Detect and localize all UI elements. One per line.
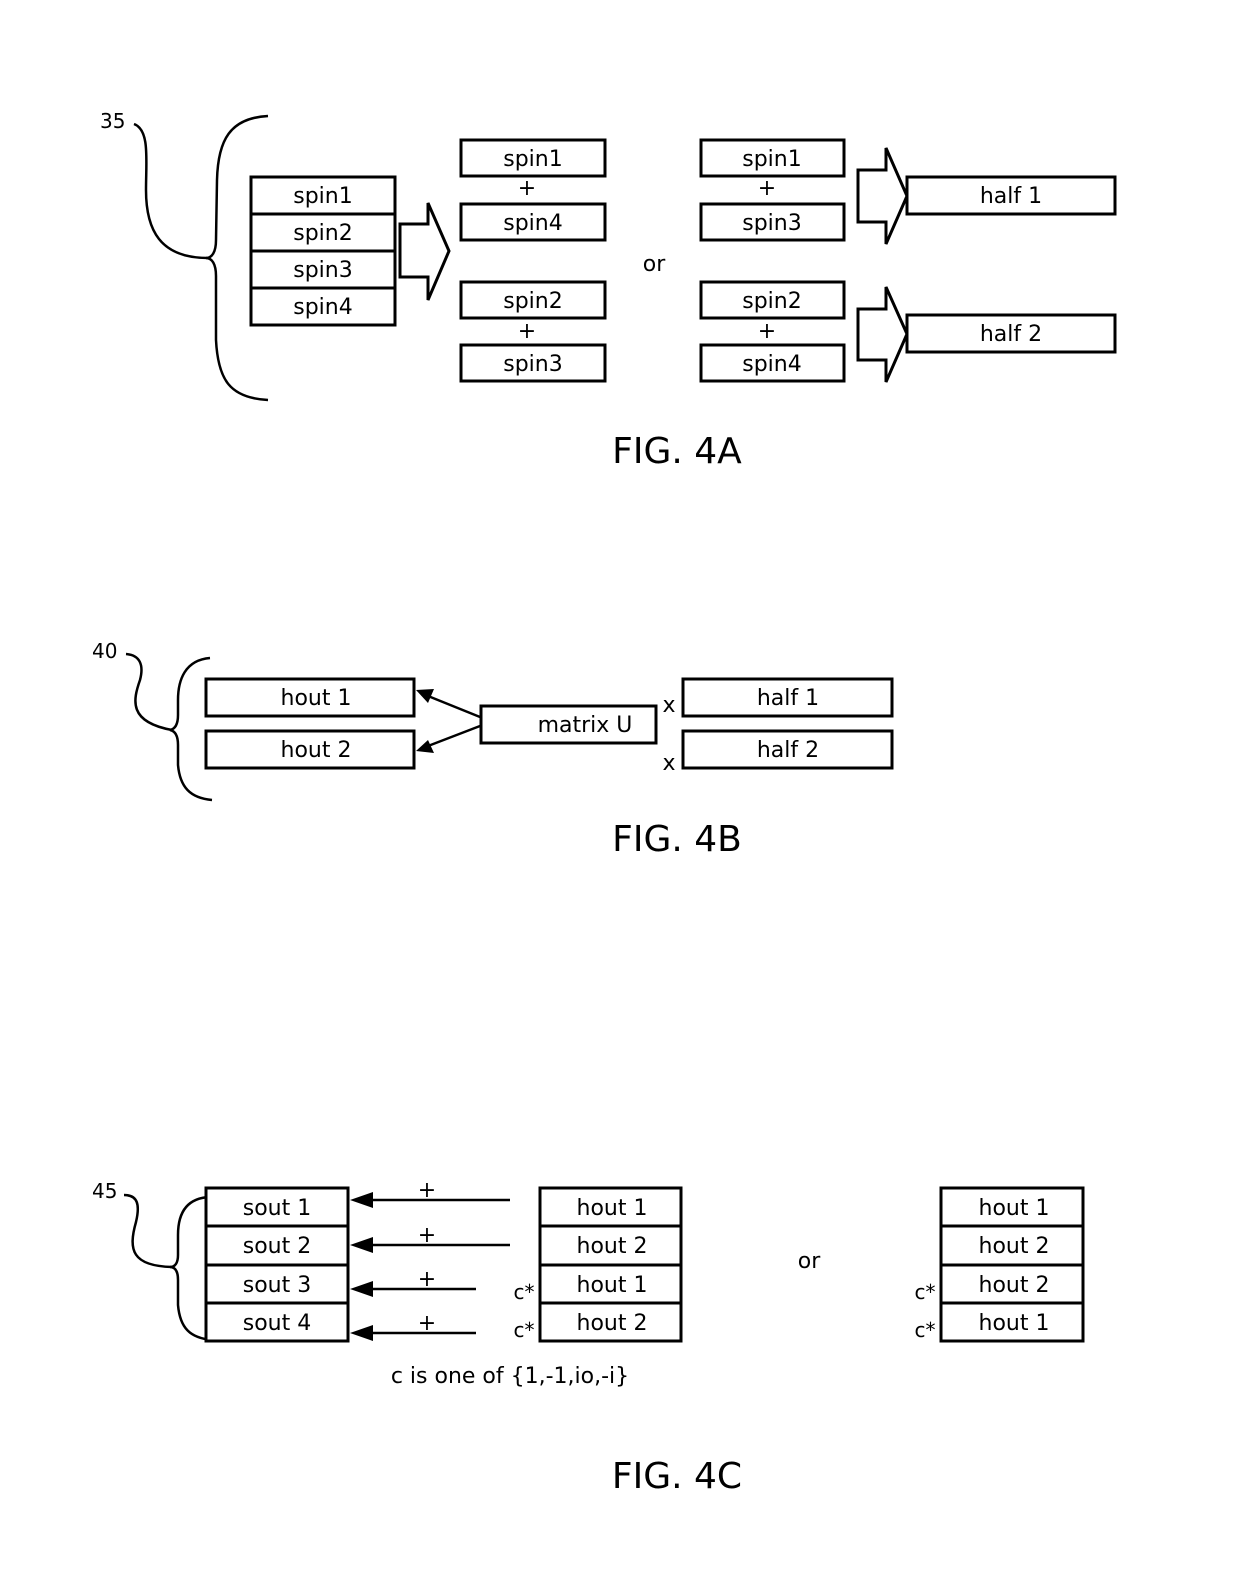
figure-caption-4b: FIG. 4B xyxy=(612,819,742,860)
pairing-option-1: spin1 + spin4 spin2 + spin3 xyxy=(459,138,607,383)
ref-leader-45 xyxy=(123,1193,173,1269)
arrowhead-icon xyxy=(350,1192,373,1208)
hout-label: hout 1 xyxy=(979,1196,1050,1221)
spin-label: spin4 xyxy=(293,295,352,320)
hout-label: hout 1 xyxy=(577,1196,648,1221)
plus-symbol: + xyxy=(758,176,776,201)
spin-label: spin2 xyxy=(503,289,562,314)
input-spin-stack: spin1 spin2 spin3 spin4 xyxy=(249,175,397,327)
arrow-line xyxy=(427,724,481,748)
hout-label: hout 1 xyxy=(577,1273,648,1298)
figure-caption-4a: FIG. 4A xyxy=(612,431,742,472)
arrowhead-icon xyxy=(350,1281,373,1297)
fig-4c: 45 sout 1 sout 2 sout 3 sout 4 + + + + h… xyxy=(92,1178,1085,1497)
or-label: or xyxy=(798,1249,821,1274)
sout-stack: sout 1 sout 2 sout 3 sout 4 xyxy=(204,1186,350,1343)
spin-label: spin3 xyxy=(293,258,352,283)
hout-stack-option-1: hout 1 hout 2 hout 1 hout 2 c* c* xyxy=(514,1186,683,1343)
block-arrow-icon xyxy=(856,147,909,245)
half-1-label: half 1 xyxy=(980,184,1042,209)
arrowhead-icon xyxy=(350,1325,373,1341)
multiply-symbol: x xyxy=(662,693,675,718)
spin-label: spin3 xyxy=(742,211,801,236)
fig-4a: 35 spin1 spin2 spin3 spin4 spin1 + spin4… xyxy=(100,109,1117,472)
block-arrow-icon xyxy=(398,202,451,301)
plus-symbol: + xyxy=(418,1311,436,1336)
sout-label: sout 3 xyxy=(243,1273,311,1298)
coefficient-label: c* xyxy=(514,1318,535,1342)
spin-label: spin1 xyxy=(503,147,562,172)
ref-leader-35 xyxy=(133,122,209,260)
plus-symbol: + xyxy=(518,176,536,201)
ref-numeral-45: 45 xyxy=(92,1179,117,1203)
spin-label: spin2 xyxy=(742,289,801,314)
plus-symbol: + xyxy=(418,1178,436,1203)
sum-arrows: + + + + xyxy=(350,1178,510,1341)
half-2-label: half 2 xyxy=(757,738,819,763)
sout-label: sout 2 xyxy=(243,1234,311,1259)
fig-4b: 40 hout 1 hout 2 matrix U x x half 1 hal… xyxy=(92,639,894,860)
hout-label: hout 1 xyxy=(979,1311,1050,1336)
hout-stack-option-2: hout 1 hout 2 hout 2 hout 1 c* c* xyxy=(915,1186,1085,1343)
arrowhead-icon xyxy=(350,1237,373,1253)
coefficient-note: c is one of {1,-1,io,-i} xyxy=(391,1364,629,1389)
coefficient-label: c* xyxy=(514,1280,535,1304)
spin-label: spin4 xyxy=(503,211,562,236)
plus-symbol: + xyxy=(518,319,536,344)
sout-label: sout 4 xyxy=(243,1311,311,1336)
spin-label: spin4 xyxy=(742,352,801,377)
hout-label: hout 2 xyxy=(979,1234,1050,1259)
hout-label: hout 2 xyxy=(979,1273,1050,1298)
plus-symbol: + xyxy=(758,319,776,344)
or-label: or xyxy=(643,252,666,277)
ref-numeral-40: 40 xyxy=(92,639,117,663)
half-1-label: half 1 xyxy=(757,686,819,711)
sout-label: sout 1 xyxy=(243,1196,311,1221)
ref-numeral-35: 35 xyxy=(100,109,125,133)
pairing-option-2: spin1 + spin3 spin2 + spin4 xyxy=(699,138,846,383)
multiply-symbol: x xyxy=(662,751,675,776)
ref-leader-40 xyxy=(125,652,173,732)
spin-label: spin1 xyxy=(742,147,801,172)
matrix-u-label: matrix U xyxy=(538,713,633,738)
hout-1-label: hout 1 xyxy=(281,686,352,711)
patent-figure-sheet: 35 spin1 spin2 spin3 spin4 spin1 + spin4… xyxy=(92,109,1117,1497)
plus-symbol: + xyxy=(418,1223,436,1248)
arrow-line xyxy=(427,694,481,719)
spin-label: spin1 xyxy=(293,184,352,209)
block-arrow-icon xyxy=(856,286,909,383)
spin-label: spin3 xyxy=(503,352,562,377)
coefficient-label: c* xyxy=(915,1280,936,1304)
coefficient-label: c* xyxy=(915,1318,936,1342)
figure-caption-4c: FIG. 4C xyxy=(612,1456,742,1497)
hout-label: hout 2 xyxy=(577,1234,648,1259)
half-2-label: half 2 xyxy=(980,322,1042,347)
spin-label: spin2 xyxy=(293,221,352,246)
plus-symbol: + xyxy=(418,1267,436,1292)
hout-label: hout 2 xyxy=(577,1311,648,1336)
hout-2-label: hout 2 xyxy=(281,738,352,763)
arrowhead-icon xyxy=(416,740,434,753)
